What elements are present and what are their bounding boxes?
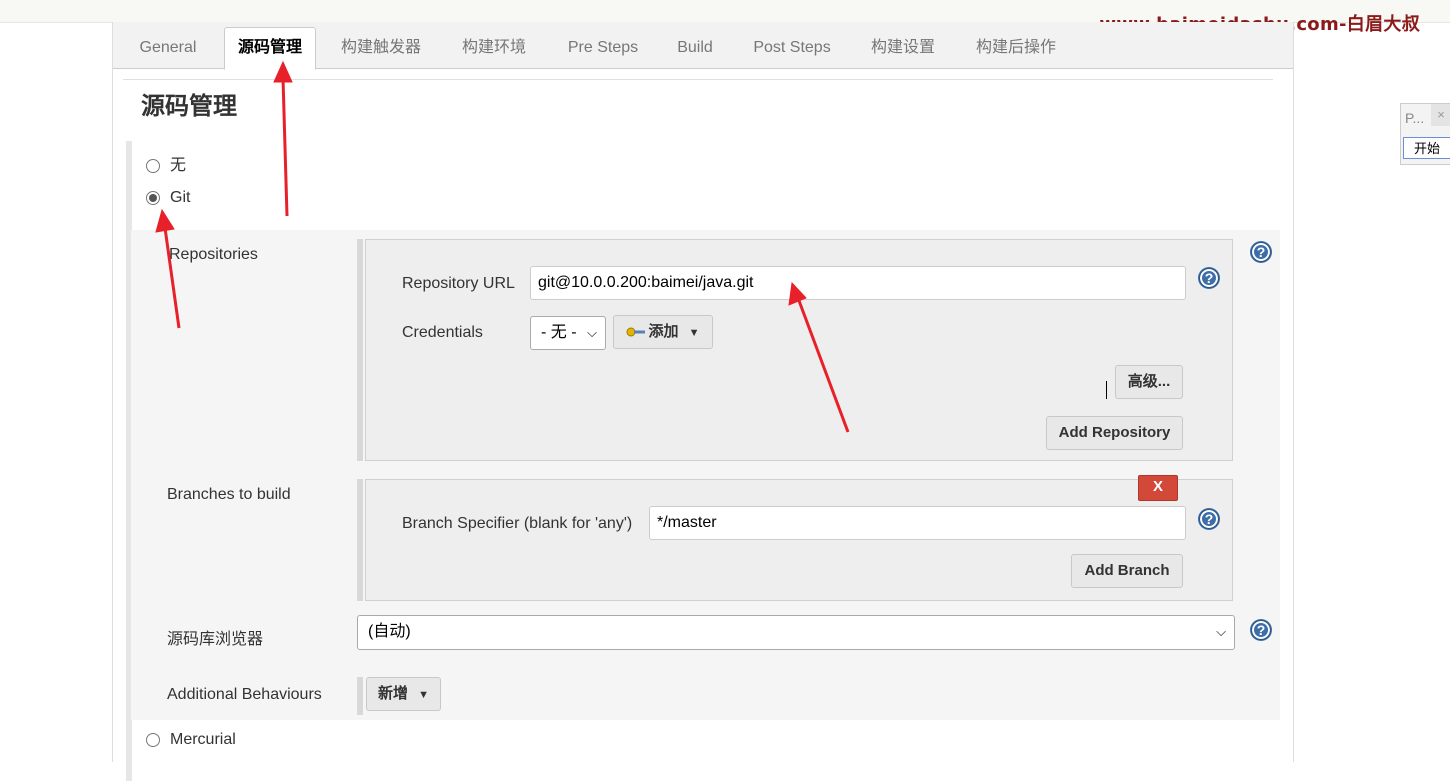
arrow-head-repo-url [788,281,807,306]
arrow-to-repo-url [796,297,850,433]
arrow-to-scm-tab [281,77,289,217]
arrow-head-git-radio [155,208,175,233]
arrow-to-git-radio [163,227,181,329]
arrow-head-scm-tab [273,60,293,83]
annotation-arrows [155,60,850,433]
